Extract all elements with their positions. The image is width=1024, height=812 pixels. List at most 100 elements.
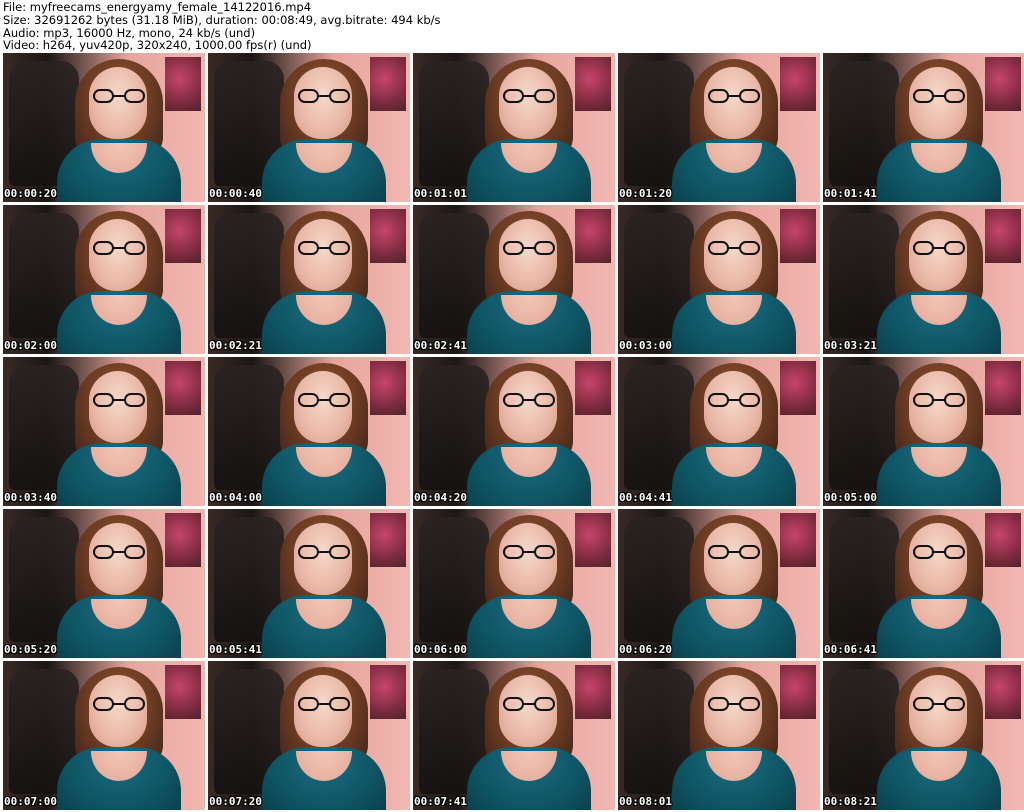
thumbnail-timestamp: 00:03:00 (619, 339, 672, 352)
thumbnail-timestamp: 00:04:41 (619, 491, 672, 504)
thumbnail-timestamp: 00:06:00 (414, 643, 467, 656)
thumbnail-glasses-shape (708, 89, 760, 107)
thumbnail-glasses-right-lens (944, 89, 965, 103)
thumbnail-timestamp: 00:08:01 (619, 795, 672, 808)
thumbnail-glasses-right-lens (124, 393, 145, 407)
thumbnail-glasses-right-lens (534, 241, 555, 255)
thumbnail-timestamp: 00:08:21 (824, 795, 877, 808)
thumbnail-glasses-shape (93, 89, 145, 107)
thumbnail-timestamp: 00:06:41 (824, 643, 877, 656)
thumbnail-wall-art-shape (575, 57, 611, 111)
thumbnail-glasses-right-lens (739, 89, 760, 103)
thumbnail-timestamp: 00:01:01 (414, 187, 467, 200)
thumbnail-glasses-shape (503, 545, 555, 563)
video-thumbnail: 00:03:00 (618, 205, 820, 354)
thumbnail-glasses-right-lens (739, 697, 760, 711)
thumbnail-glasses-shape (298, 241, 350, 259)
thumbnail-wall-art-shape (780, 513, 816, 567)
thumbnail-glasses-right-lens (329, 697, 350, 711)
video-thumbnail: 00:07:00 (3, 661, 205, 810)
thumbnail-wall-art-shape (780, 209, 816, 263)
thumbnail-glasses-left-lens (503, 241, 524, 255)
thumbnail-wall-art-shape (575, 665, 611, 719)
thumbnail-glasses-left-lens (298, 545, 319, 559)
thumbnail-glasses-shape (913, 697, 965, 715)
thumbnail-glasses-right-lens (329, 241, 350, 255)
contact-sheet-header: File: myfreecams_energyamy_female_141220… (0, 0, 1024, 52)
thumbnail-wall-art-shape (780, 57, 816, 111)
thumbnail-wall-art-shape (985, 665, 1021, 719)
thumbnail-glasses-right-lens (739, 241, 760, 255)
thumbnail-glasses-shape (708, 545, 760, 563)
thumbnail-glasses-left-lens (913, 393, 934, 407)
video-thumbnail: 00:05:00 (823, 357, 1024, 506)
thumbnail-glasses-right-lens (739, 545, 760, 559)
thumbnail-wall-art-shape (165, 665, 201, 719)
thumbnail-timestamp: 00:03:21 (824, 339, 877, 352)
thumbnail-glasses-shape (93, 545, 145, 563)
thumbnail-glasses-left-lens (708, 545, 729, 559)
thumbnail-wall-art-shape (165, 209, 201, 263)
thumbnail-glasses-shape (93, 393, 145, 411)
thumbnail-glasses-right-lens (329, 393, 350, 407)
thumbnail-glasses-left-lens (913, 697, 934, 711)
thumbnail-glasses-shape (93, 697, 145, 715)
thumbnail-glasses-left-lens (298, 697, 319, 711)
thumbnail-glasses-shape (503, 697, 555, 715)
thumbnail-glasses-left-lens (708, 697, 729, 711)
thumbnail-glasses-right-lens (944, 545, 965, 559)
thumbnail-glasses-shape (913, 89, 965, 107)
video-thumbnail: 00:07:41 (413, 661, 615, 810)
thumbnail-glasses-shape (298, 89, 350, 107)
thumbnail-glasses-left-lens (93, 697, 114, 711)
thumbnail-timestamp: 00:05:00 (824, 491, 877, 504)
thumbnail-glasses-left-lens (93, 89, 114, 103)
thumbnail-wall-art-shape (985, 57, 1021, 111)
thumbnail-wall-art-shape (370, 513, 406, 567)
thumbnail-glasses-left-lens (503, 545, 524, 559)
video-thumbnail: 00:02:00 (3, 205, 205, 354)
thumbnail-glasses-left-lens (708, 393, 729, 407)
thumbnail-glasses-shape (708, 393, 760, 411)
thumbnail-glasses-right-lens (124, 697, 145, 711)
thumbnail-glasses-right-lens (124, 89, 145, 103)
thumbnail-glasses-right-lens (944, 241, 965, 255)
thumbnail-timestamp: 00:04:20 (414, 491, 467, 504)
thumbnail-wall-art-shape (165, 361, 201, 415)
video-thumbnail: 00:04:41 (618, 357, 820, 506)
thumbnail-glasses-left-lens (913, 545, 934, 559)
video-thumbnail: 00:04:00 (208, 357, 410, 506)
thumbnail-wall-art-shape (575, 361, 611, 415)
video-thumbnail: 00:08:01 (618, 661, 820, 810)
thumbnail-glasses-shape (503, 89, 555, 107)
thumbnail-glasses-right-lens (739, 393, 760, 407)
thumbnail-glasses-left-lens (93, 241, 114, 255)
thumbnail-timestamp: 00:03:40 (4, 491, 57, 504)
thumbnail-wall-art-shape (780, 665, 816, 719)
thumbnail-wall-art-shape (575, 513, 611, 567)
thumbnail-glasses-right-lens (124, 545, 145, 559)
video-thumbnail: 00:01:41 (823, 53, 1024, 202)
video-thumbnail: 00:04:20 (413, 357, 615, 506)
thumbnail-glasses-right-lens (329, 89, 350, 103)
thumbnail-wall-art-shape (985, 361, 1021, 415)
thumbnail-glasses-right-lens (944, 697, 965, 711)
video-thumbnail: 00:01:01 (413, 53, 615, 202)
thumbnail-wall-art-shape (370, 361, 406, 415)
thumbnail-timestamp: 00:04:00 (209, 491, 262, 504)
thumbnail-wall-art-shape (165, 57, 201, 111)
thumbnail-glasses-shape (708, 697, 760, 715)
video-thumbnail: 00:06:00 (413, 509, 615, 658)
thumbnail-glasses-left-lens (298, 89, 319, 103)
thumbnail-timestamp: 00:05:41 (209, 643, 262, 656)
video-thumbnail: 00:05:41 (208, 509, 410, 658)
video-thumbnail: 00:05:20 (3, 509, 205, 658)
video-thumbnail: 00:06:41 (823, 509, 1024, 658)
thumbnail-glasses-shape (503, 241, 555, 259)
video-thumbnail: 00:03:21 (823, 205, 1024, 354)
thumbnail-glasses-left-lens (503, 89, 524, 103)
thumbnail-wall-art-shape (370, 665, 406, 719)
thumbnail-glasses-shape (298, 393, 350, 411)
video-thumbnail: 00:03:40 (3, 357, 205, 506)
thumbnail-glasses-left-lens (708, 241, 729, 255)
